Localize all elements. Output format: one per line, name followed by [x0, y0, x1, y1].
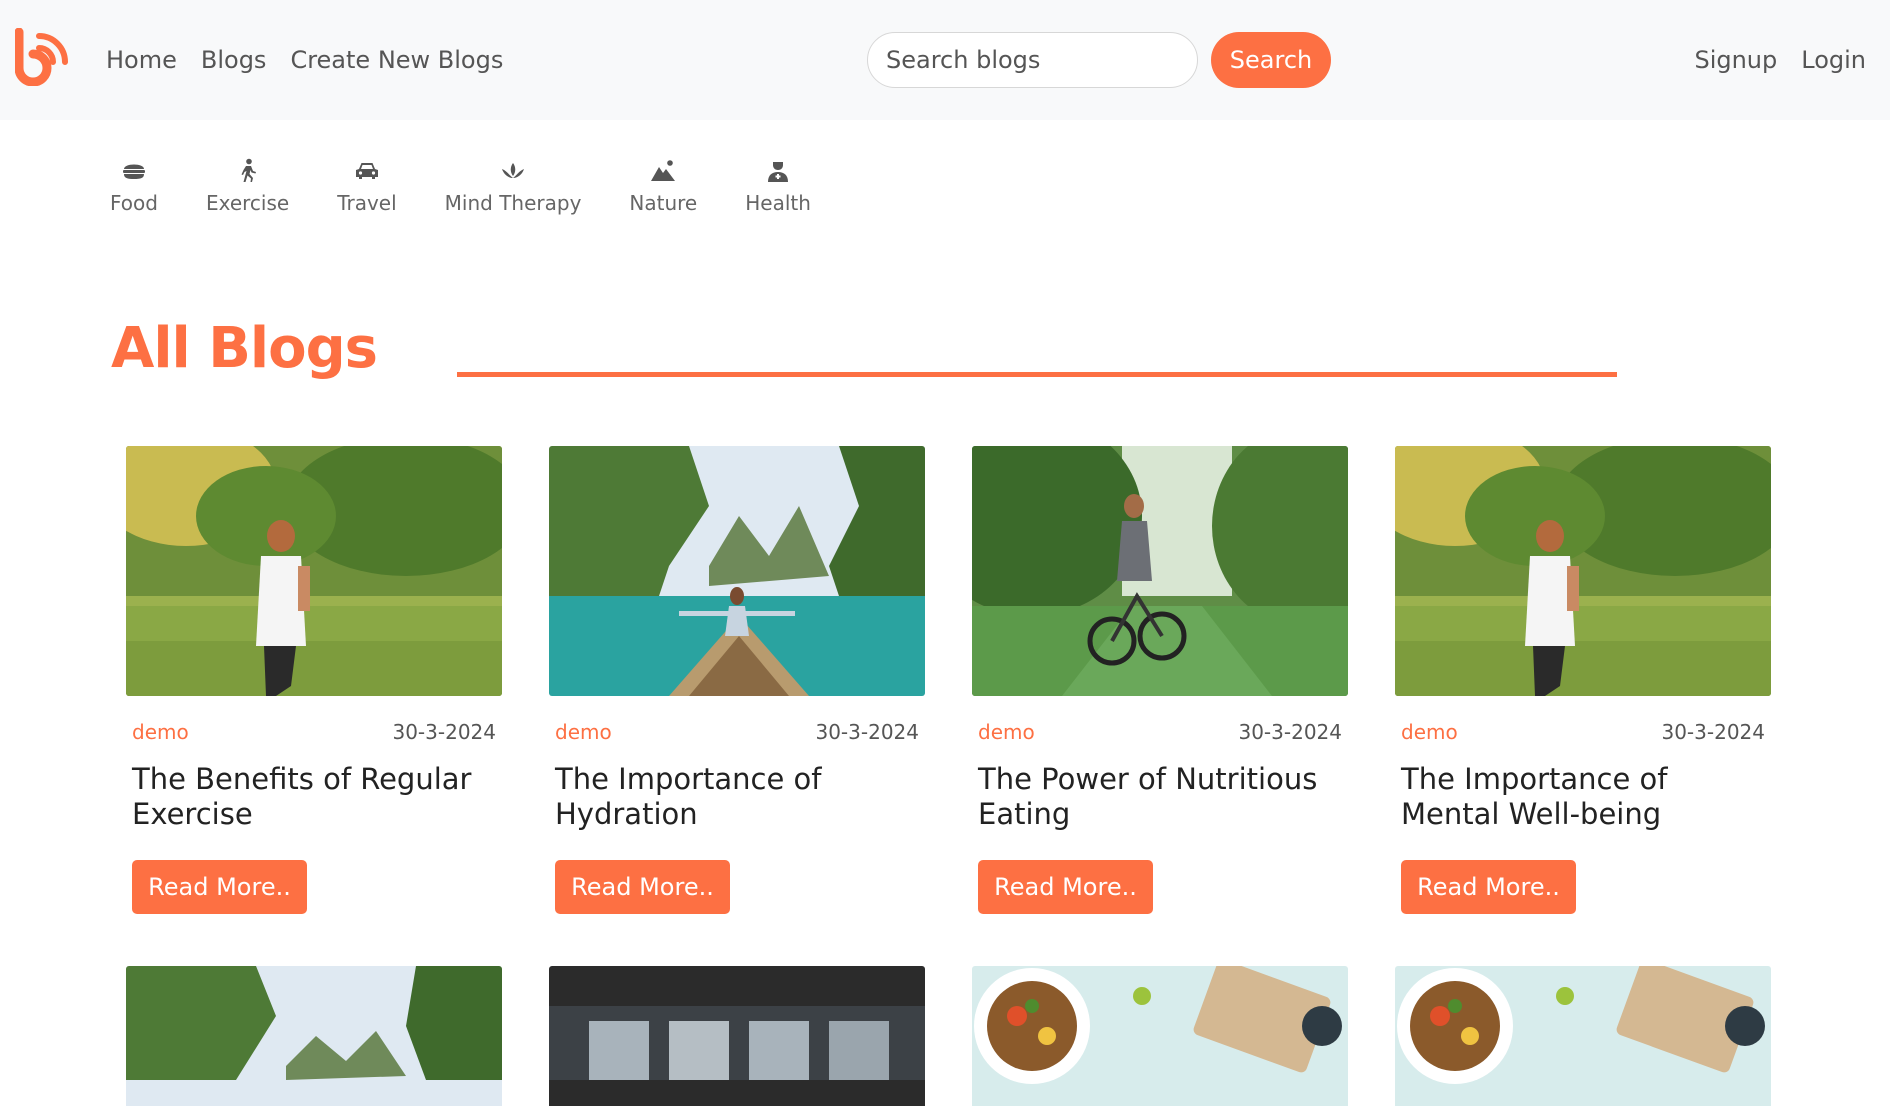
- tropical-cliffs-photo[interactable]: [126, 966, 502, 1106]
- card-title: The Importance of Mental Well-being: [1401, 762, 1668, 831]
- nav-home-link[interactable]: Home: [106, 46, 177, 74]
- card-meta: demo 30-3-2024: [1395, 720, 1771, 744]
- card-title: The Benefits of Regular Exercise: [132, 762, 472, 831]
- read-more-button[interactable]: Read More..: [132, 860, 307, 914]
- car-icon: [353, 157, 381, 185]
- card-date: 30-3-2024: [1238, 720, 1342, 744]
- blog-card: demo 30-3-2024 The Benefits of Regular E…: [126, 446, 502, 914]
- exercise-icon: [234, 157, 262, 185]
- card-date: 30-3-2024: [392, 720, 496, 744]
- category-label: Health: [745, 191, 811, 215]
- card-meta: demo 30-3-2024: [126, 720, 502, 744]
- nav-create-blog-link[interactable]: Create New Blogs: [290, 46, 503, 74]
- card-author[interactable]: demo: [555, 720, 612, 744]
- dark-gym-photo[interactable]: [549, 966, 925, 1106]
- category-label: Nature: [629, 191, 698, 215]
- category-label: Mind Therapy: [444, 191, 582, 215]
- read-more-button[interactable]: Read More..: [978, 860, 1153, 914]
- blog-card: demo 30-3-2024 The Power of Nutritious E…: [972, 446, 1348, 914]
- card-author[interactable]: demo: [978, 720, 1035, 744]
- category-health[interactable]: Health: [745, 157, 811, 215]
- category-food[interactable]: Food: [110, 157, 158, 215]
- card-meta: demo 30-3-2024: [549, 720, 925, 744]
- card-date: 30-3-2024: [1661, 720, 1765, 744]
- nav-blogs-link[interactable]: Blogs: [201, 46, 267, 74]
- category-exercise[interactable]: Exercise: [206, 157, 289, 215]
- blog-card: demo 30-3-2024 The Importance of Hydrati…: [549, 446, 925, 914]
- doctor-icon: [764, 157, 792, 185]
- search-form: Search: [867, 32, 1331, 88]
- lotus-icon: [499, 157, 527, 185]
- category-nature[interactable]: Nature: [629, 157, 697, 215]
- mountain-icon: [649, 157, 677, 185]
- category-mind-therapy[interactable]: Mind Therapy: [444, 157, 582, 215]
- read-more-button[interactable]: Read More..: [555, 860, 730, 914]
- read-more-button[interactable]: Read More..: [1401, 860, 1576, 914]
- woman-running-park-photo[interactable]: [1395, 446, 1771, 696]
- salad-bowl-photo[interactable]: [972, 966, 1348, 1106]
- main-nav: Home Blogs Create New Blogs: [106, 0, 503, 120]
- section-title: All Blogs: [111, 316, 378, 381]
- category-travel[interactable]: Travel: [337, 157, 397, 215]
- category-label: Exercise: [205, 191, 290, 215]
- woman-on-boat-photo[interactable]: [549, 446, 925, 696]
- card-date: 30-3-2024: [815, 720, 919, 744]
- login-link[interactable]: Login: [1801, 46, 1866, 74]
- search-input[interactable]: [867, 32, 1198, 88]
- title-divider: [457, 372, 1617, 377]
- signup-link[interactable]: Signup: [1694, 46, 1777, 74]
- category-label: Travel: [337, 191, 397, 215]
- woman-running-park-photo[interactable]: [126, 446, 502, 696]
- card-title: The Importance of Hydration: [555, 762, 822, 831]
- card-author[interactable]: demo: [132, 720, 189, 744]
- blog-card: demo 30-3-2024 The Importance of Mental …: [1395, 446, 1771, 914]
- man-cycling-photo[interactable]: [972, 446, 1348, 696]
- category-bar: Food Exercise Travel Mind Therapy Nature…: [110, 157, 859, 215]
- category-label: Food: [110, 191, 158, 215]
- card-meta: demo 30-3-2024: [972, 720, 1348, 744]
- blog-logo-icon[interactable]: [15, 28, 73, 86]
- salad-bowl-photo[interactable]: [1395, 966, 1771, 1106]
- food-icon: [120, 157, 148, 185]
- auth-links: Signup Login: [1694, 0, 1866, 120]
- search-button[interactable]: Search: [1211, 32, 1331, 88]
- card-title: The Power of Nutritious Eating: [978, 762, 1318, 831]
- top-navbar: Home Blogs Create New Blogs Search Signu…: [0, 0, 1890, 120]
- card-author[interactable]: demo: [1401, 720, 1458, 744]
